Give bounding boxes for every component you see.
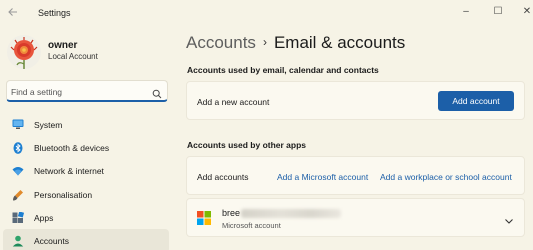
sidebar-item-bluetooth[interactable]: Bluetooth & devices (3, 136, 169, 159)
microsoft-account-row[interactable]: bree Microsoft account (186, 198, 525, 237)
page-title: Email & accounts (273, 33, 406, 52)
add-workplace-account-link[interactable]: Add a workplace or school account (380, 172, 512, 182)
sidebar-item-personalisation[interactable]: Personalisation (3, 183, 169, 206)
add-accounts-label: Add accounts (197, 172, 249, 182)
sidebar-item-label: Personalisation (34, 189, 93, 200)
account-type-label: Microsoft account (222, 221, 281, 230)
add-new-account-label: Add a new account (197, 97, 270, 107)
breadcrumb-separator: › (262, 35, 267, 49)
sidebar-item-label: Accounts (34, 236, 69, 247)
title-bar: Settings – ☐ ✕ (0, 0, 533, 30)
avatar[interactable] (7, 35, 41, 69)
sidebar-nav: System Bluetooth & devices Network & int… (0, 113, 172, 250)
apps-icon (12, 211, 24, 224)
microsoft-logo-icon (197, 211, 211, 225)
add-microsoft-account-link[interactable]: Add a Microsoft account (277, 172, 368, 182)
email-section-heading: Accounts used by email, calendar and con… (187, 65, 379, 75)
account-name: bree (222, 208, 342, 218)
breadcrumb: Accounts › Email & accounts (186, 33, 405, 53)
search-box[interactable] (6, 80, 168, 102)
maximize-button[interactable]: ☐ (484, 3, 512, 21)
sidebar-item-label: Network & internet (34, 166, 104, 177)
search-icon[interactable] (152, 86, 162, 99)
profile-name: owner (48, 40, 78, 51)
bluetooth-icon (12, 142, 24, 154)
sidebar-item-label: System (34, 119, 63, 130)
add-account-button[interactable]: Add account (438, 91, 514, 111)
other-apps-section-heading: Accounts used by other apps (187, 140, 307, 150)
sidebar-item-network[interactable]: Network & internet (3, 160, 169, 183)
sidebar-item-system[interactable]: System (3, 113, 169, 136)
profile-account-type: Local Account (48, 52, 98, 61)
sidebar-item-accounts[interactable]: Accounts (3, 229, 169, 250)
chevron-down-icon[interactable] (504, 212, 514, 224)
wifi-icon (12, 165, 24, 177)
monitor-icon (12, 119, 24, 131)
breadcrumb-parent[interactable]: Accounts (186, 33, 256, 52)
search-input[interactable] (11, 84, 149, 99)
sidebar-item-apps[interactable]: Apps (3, 206, 169, 229)
sidebar-item-label: Apps (34, 212, 54, 223)
add-accounts-card: Add accounts Add a Microsoft account Add… (186, 156, 525, 195)
back-arrow-icon[interactable] (4, 6, 22, 22)
close-button[interactable]: ✕ (513, 3, 533, 21)
person-icon (12, 235, 24, 247)
app-title: Settings (38, 8, 71, 18)
paintbrush-icon (12, 189, 24, 201)
minimize-button[interactable]: – (452, 3, 480, 21)
add-new-account-card: Add a new account Add account (186, 81, 525, 120)
redacted-email (241, 208, 342, 218)
sidebar-item-label: Bluetooth & devices (34, 142, 110, 153)
account-name-text: bree (222, 208, 241, 218)
